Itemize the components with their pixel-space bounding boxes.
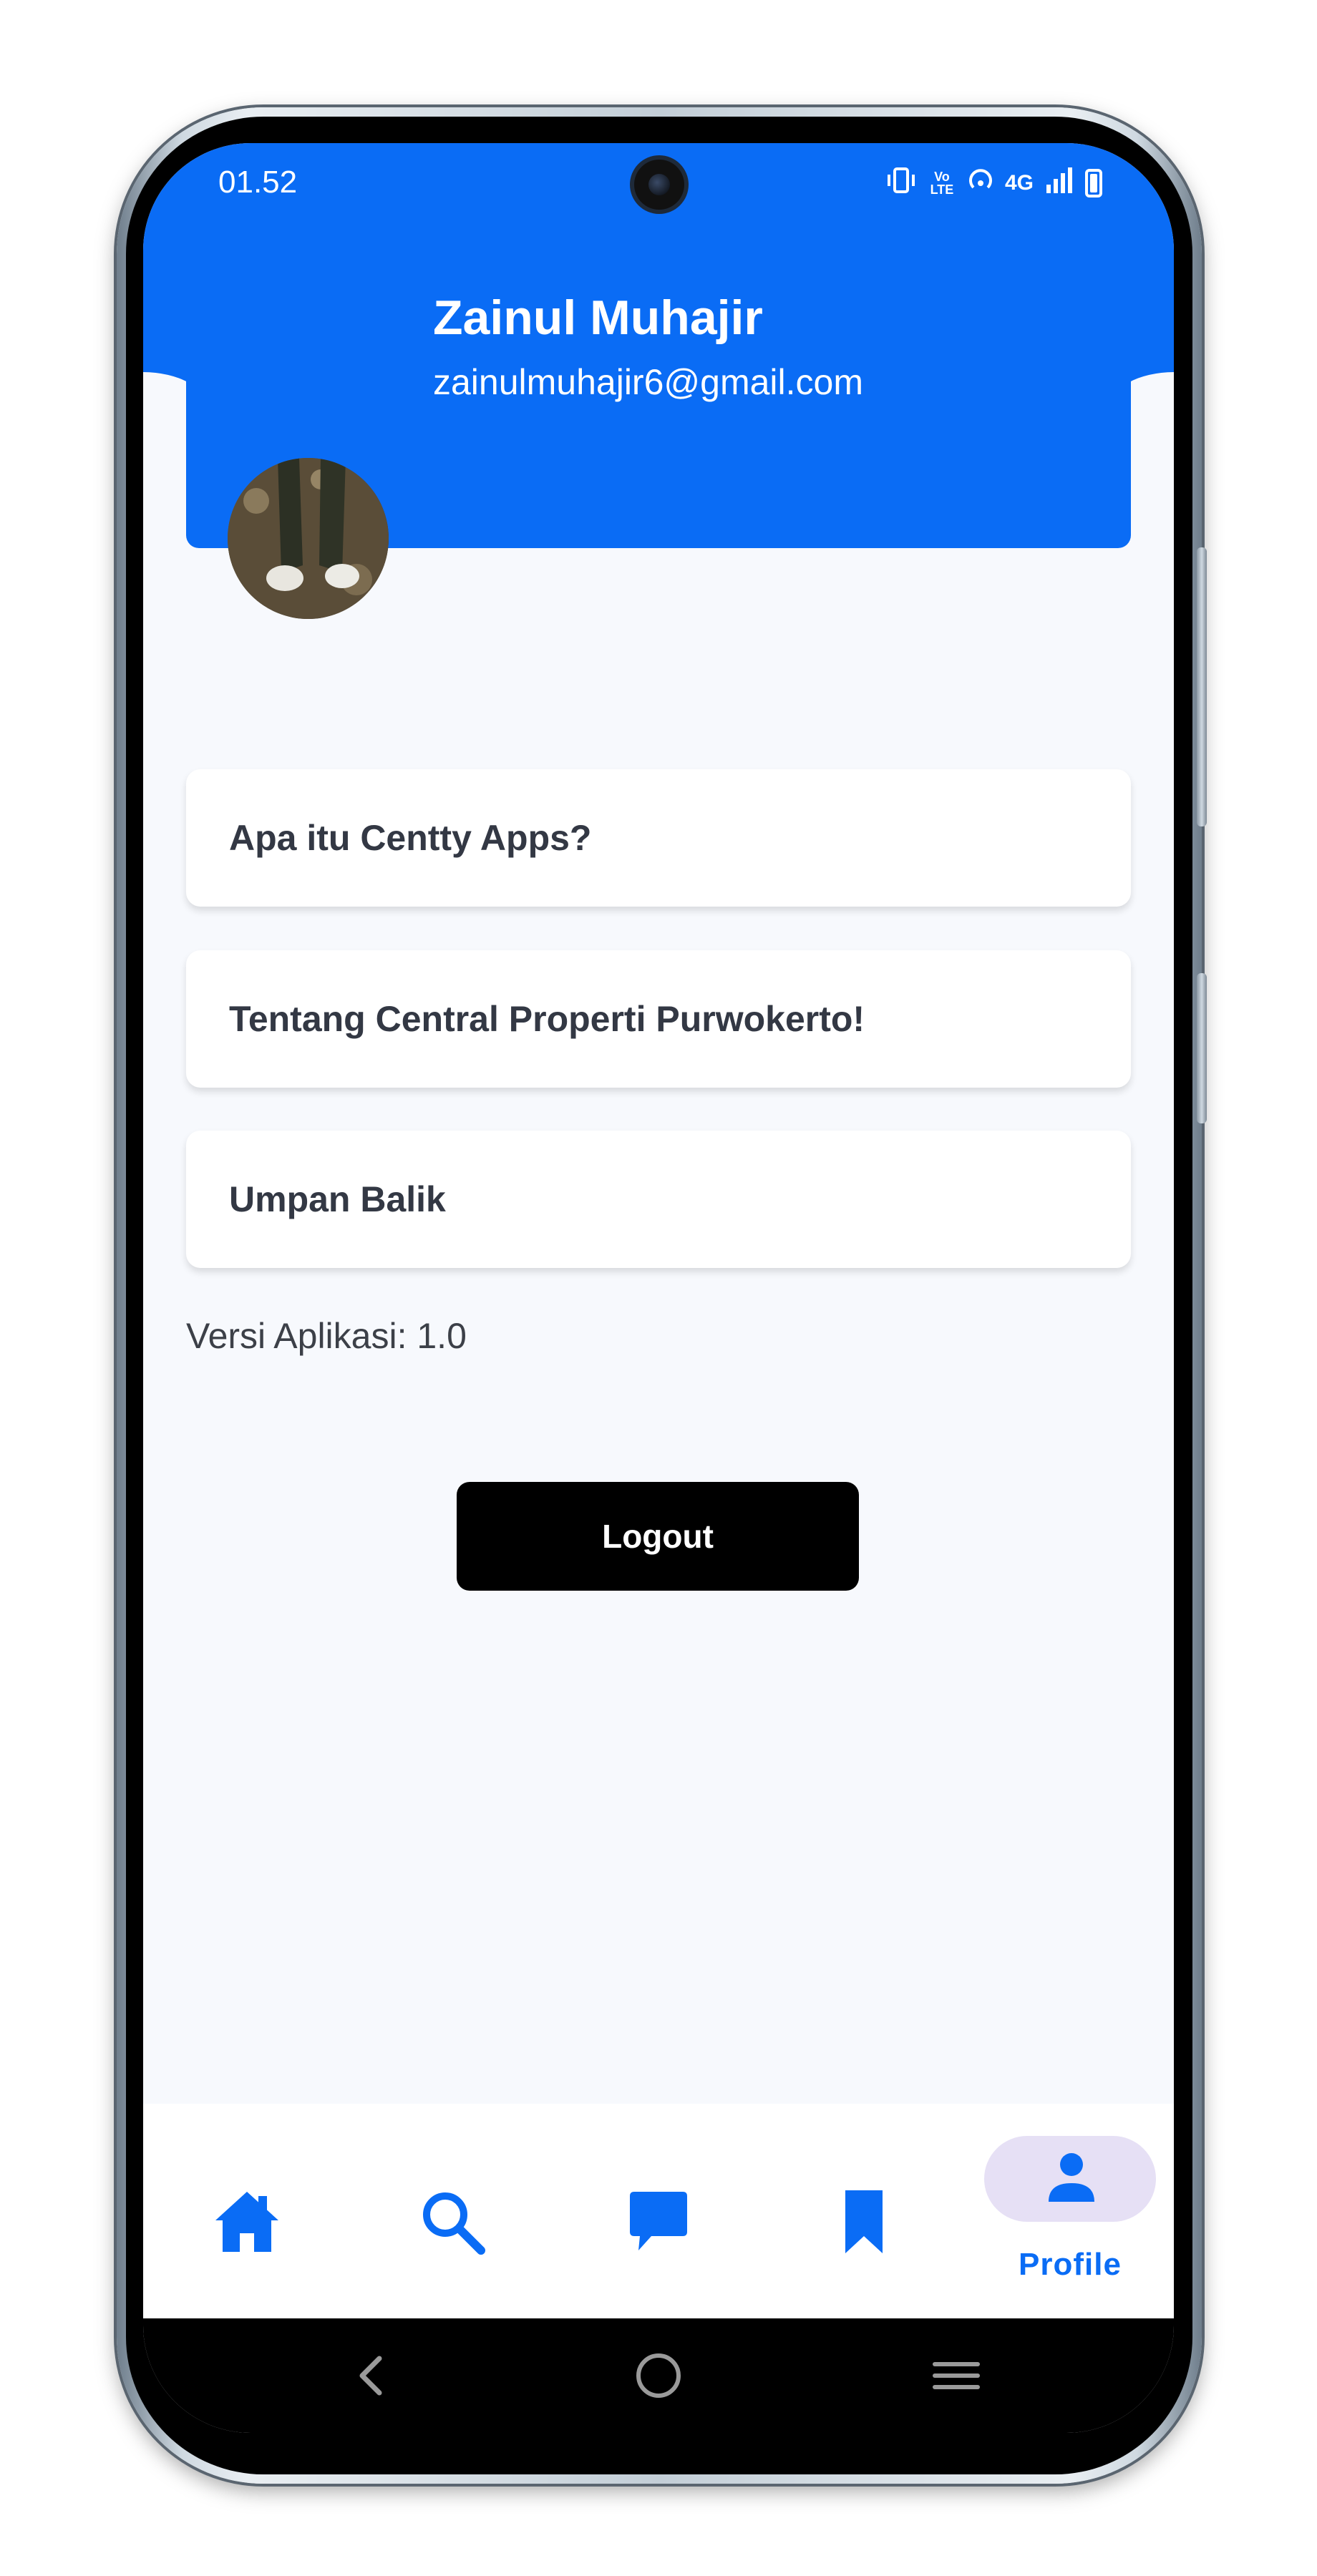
logout-button[interactable]: Logout [457,1482,859,1591]
battery-icon [1085,169,1102,197]
nav-home[interactable] [161,2104,333,2318]
menu-item-about-company[interactable]: Tentang Central Properti Purwokerto! [186,950,1131,1088]
nav-search[interactable] [366,2104,538,2318]
menu-item-label: Umpan Balik [229,1179,446,1219]
home-circle-icon[interactable] [630,2347,687,2404]
person-icon [1049,2153,1094,2202]
app-version: Versi Aplikasi: 1.0 [186,1316,467,1356]
recents-icon[interactable] [928,2347,985,2404]
profile-name: Zainul Muhajir [433,291,763,345]
bottom-nav: Profile [143,2104,1174,2318]
4g-icon: 4G [1004,171,1034,195]
power-button [1197,973,1207,1123]
menu-item-feedback[interactable]: Umpan Balik [186,1131,1131,1268]
app-screen: Zainul Muhajir zainulmuhajir6@gmail.com … [143,143,1174,2433]
volte-icon: Vo LTE [930,170,954,197]
status-icons: Vo LTE 4G [885,166,1102,200]
chat-icon [630,2192,687,2250]
menu-item-label: Tentang Central Properti Purwokerto! [229,999,865,1039]
home-icon [215,2192,278,2252]
avatar[interactable] [228,458,389,619]
nav-chat[interactable] [573,2104,744,2318]
front-camera [634,160,684,210]
bookmark-icon [845,2190,883,2253]
nav-active-indicator [984,2136,1156,2222]
hotspot-icon [966,166,995,200]
back-icon[interactable] [344,2347,401,2404]
vibrate-icon [885,166,918,200]
profile-header-card: Zainul Muhajir zainulmuhajir6@gmail.com [186,291,1131,619]
volume-button [1197,547,1207,826]
menu-item-about-app[interactable]: Apa itu Centty Apps? [186,769,1131,907]
nav-profile[interactable]: Profile [984,2104,1156,2318]
nav-profile-label: Profile [1019,2247,1122,2282]
status-time: 01.52 [218,165,298,200]
profile-email: zainulmuhajir6@gmail.com [433,362,863,402]
signal-icon [1044,166,1075,200]
status-bar: 01.52 Vo LTE 4G [143,143,1174,229]
system-navigation-bar [143,2318,1174,2433]
nav-bookmark[interactable] [778,2104,950,2318]
search-icon [423,2192,485,2255]
menu-item-label: Apa itu Centty Apps? [229,818,592,858]
